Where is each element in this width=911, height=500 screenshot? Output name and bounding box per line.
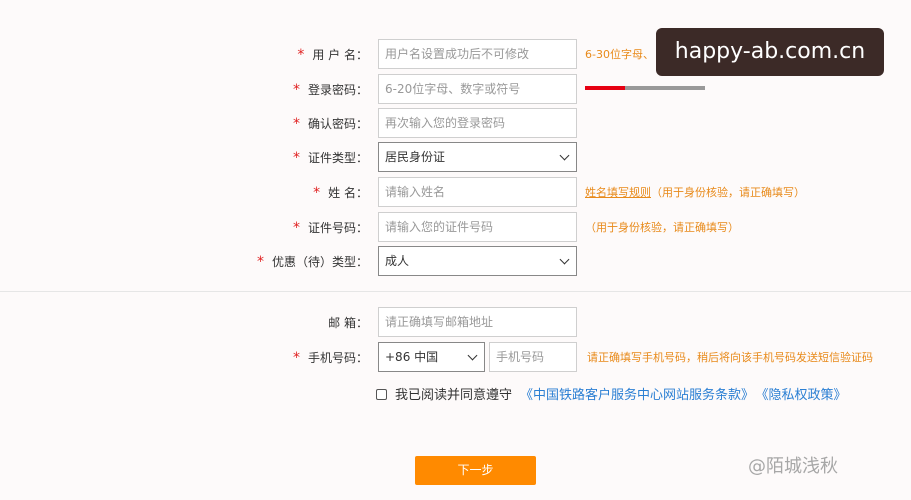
password-label-text: 登录密码：	[307, 83, 368, 97]
username-label-text: 用 户 名：	[312, 48, 368, 62]
id-number-hint: （用于身份核验，请正确填写）	[585, 221, 739, 234]
section-divider	[0, 291, 911, 292]
email-label: 邮 箱：	[328, 316, 368, 330]
name-hint: 姓名填写规则（用于身份核验，请正确填写）	[585, 184, 805, 200]
username-input[interactable]: 用户名设置成功后不可修改	[378, 39, 577, 69]
phone-row: * 手机号码： +86 中国 手机号码 请正确填写手机号码，稍后将向该手机号码发送…	[0, 342, 911, 372]
privacy-link[interactable]: 《隐私权政策》	[762, 388, 847, 403]
id-number-row: * 证件号码： 请输入您的证件号码 （用于身份核验，请正确填写）	[0, 212, 911, 242]
confirm-label-text: 确认密码：	[307, 117, 368, 131]
password-strength-meter	[585, 86, 705, 90]
discount-row: * 优惠（待）类型： 成人	[0, 246, 911, 276]
required-star: *	[292, 82, 300, 98]
required-star: *	[292, 350, 300, 366]
phone-label-text: 手机号码：	[307, 351, 368, 365]
id-type-row: * 证件类型： 居民身份证	[0, 142, 911, 172]
discount-type-select[interactable]: 成人	[378, 246, 577, 276]
terms-link[interactable]: 《中国铁路客户服务中心网站服务条款》	[520, 388, 754, 403]
confirm-password-input[interactable]: 再次输入您的登录密码	[378, 108, 577, 138]
id-type-label-text: 证件类型：	[307, 151, 368, 165]
name-hint-text: （用于身份核验，请正确填写）	[651, 186, 805, 199]
strength-segment-2	[625, 86, 665, 90]
author-watermark: @陌城浅秋	[748, 456, 838, 477]
discount-label: * 优惠（待）类型：	[257, 253, 368, 270]
required-star: *	[313, 185, 321, 201]
password-label: * 登录密码：	[293, 81, 368, 98]
phone-hint: 请正确填写手机号码，稍后将向该手机号码发送短信验证码	[587, 351, 873, 364]
agree-checkbox[interactable]	[376, 389, 387, 400]
phone-label: * 手机号码：	[293, 349, 368, 366]
required-star: *	[292, 150, 300, 166]
confirm-row: * 确认密码： 再次输入您的登录密码	[0, 108, 911, 138]
email-row: 邮 箱： 请正确填写邮箱地址	[0, 307, 911, 337]
name-label: * 姓 名：	[313, 184, 368, 201]
required-star: *	[256, 254, 264, 270]
id-number-input[interactable]: 请输入您的证件号码	[378, 212, 577, 242]
strength-segment-1	[585, 86, 625, 90]
name-input[interactable]: 请输入姓名	[378, 177, 577, 207]
id-number-label: * 证件号码：	[293, 219, 368, 236]
name-rules-link[interactable]: 姓名填写规则	[585, 186, 651, 199]
id-type-label: * 证件类型：	[293, 149, 368, 166]
id-type-select[interactable]: 居民身份证	[378, 142, 577, 172]
phone-number-input[interactable]: 手机号码	[489, 342, 577, 372]
next-button[interactable]: 下一步	[415, 456, 536, 485]
agree-text: 我已阅读并同意遵守	[395, 388, 513, 403]
name-row: * 姓 名： 请输入姓名 姓名填写规则（用于身份核验，请正确填写）	[0, 177, 911, 207]
country-code-select[interactable]: +86 中国	[378, 342, 485, 372]
id-number-label-text: 证件号码：	[307, 221, 368, 235]
email-input[interactable]: 请正确填写邮箱地址	[378, 307, 577, 337]
watermark-banner: happy-ab.com.cn	[656, 28, 884, 76]
password-row: * 登录密码： 6-20位字母、数字或符号	[0, 74, 911, 104]
confirm-label: * 确认密码：	[293, 115, 368, 132]
required-star: *	[297, 47, 305, 63]
strength-segment-3	[665, 86, 705, 90]
agreement-row: 我已阅读并同意遵守 《中国铁路客户服务中心网站服务条款》 《隐私权政策》	[376, 384, 855, 403]
required-star: *	[292, 220, 300, 236]
required-star: *	[292, 116, 300, 132]
username-label: * 用 户 名：	[297, 46, 368, 63]
name-label-text: 姓 名：	[328, 186, 368, 200]
discount-label-text: 优惠（待）类型：	[271, 255, 368, 269]
username-hint: 6-30位字母、	[585, 48, 654, 61]
password-input[interactable]: 6-20位字母、数字或符号	[378, 74, 577, 104]
